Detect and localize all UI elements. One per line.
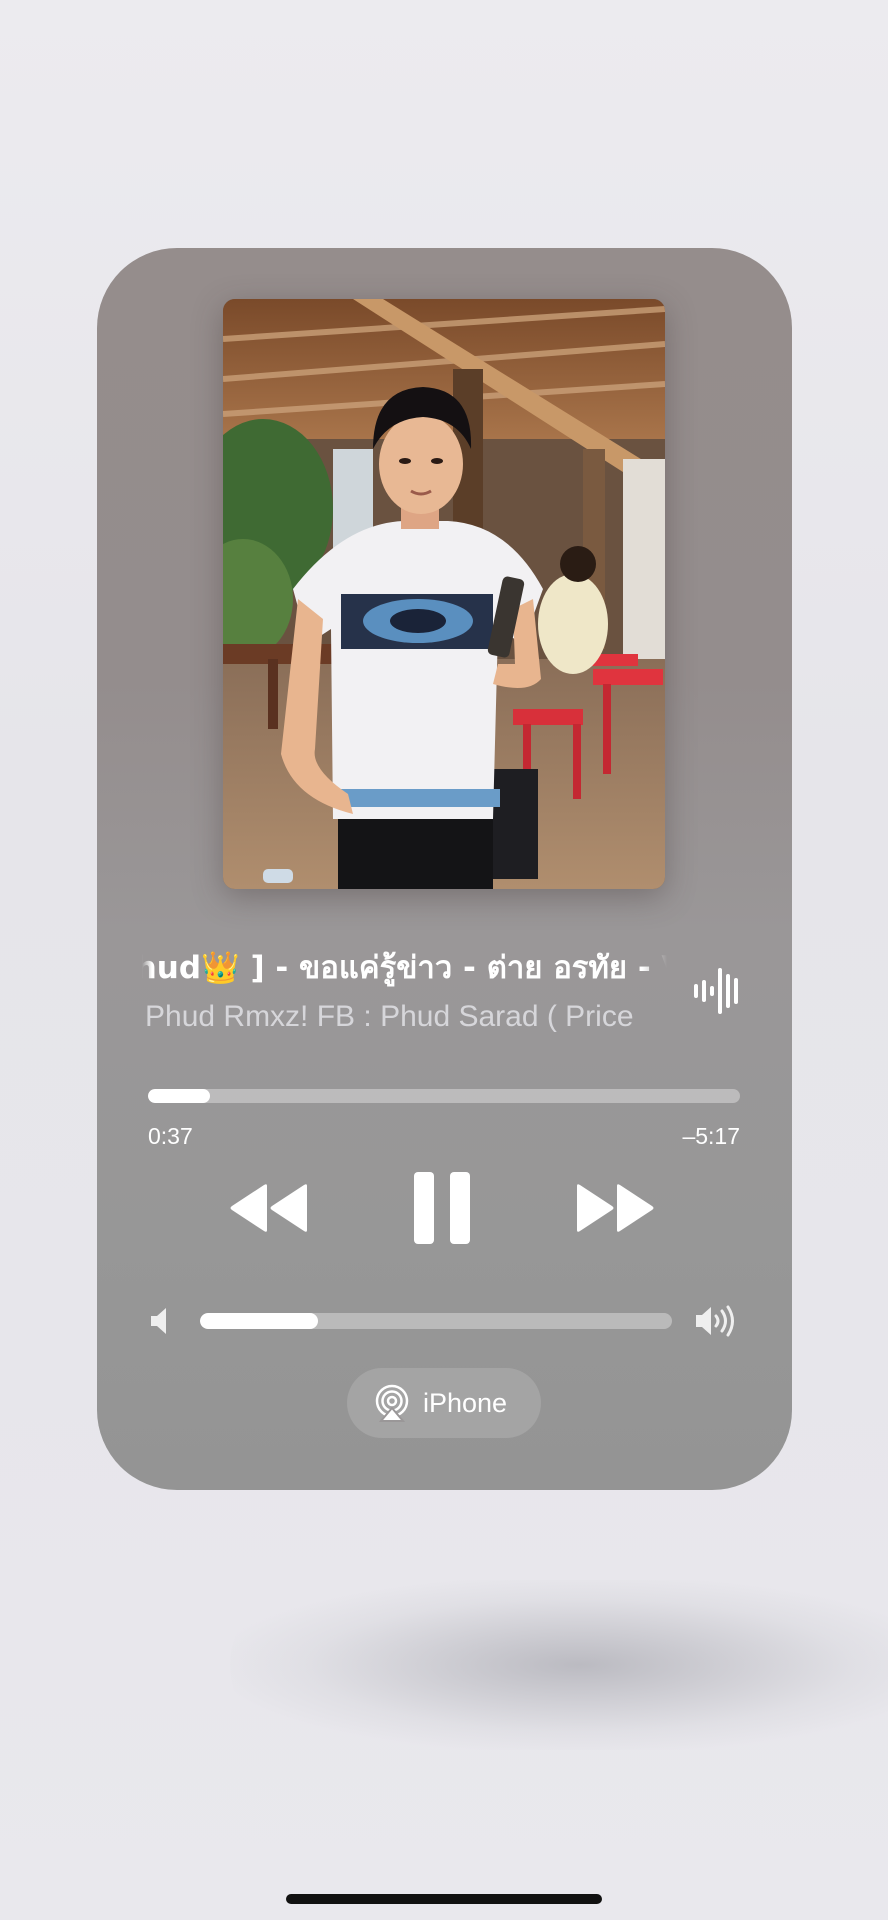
album-artwork[interactable] xyxy=(223,299,665,889)
home-indicator[interactable] xyxy=(286,1894,602,1904)
speaker-high-icon xyxy=(696,1305,734,1337)
waveform-icon[interactable] xyxy=(693,966,739,1016)
song-title: Phud👑 ] - ขอแค่รู้ข่าว - ต่าย อรทัย - V xyxy=(142,950,667,986)
now-playing-card: Phud👑 ] - ขอแค่รู้ข่าว - ต่าย อรทัย - V … xyxy=(97,248,792,1490)
rewind-button[interactable] xyxy=(229,1178,309,1238)
pause-icon xyxy=(414,1172,470,1244)
background-blur xyxy=(230,1580,888,1750)
speaker-low-icon xyxy=(151,1308,166,1334)
volume-slider[interactable] xyxy=(200,1313,672,1329)
playback-scrubber[interactable] xyxy=(148,1089,740,1103)
elapsed-time: 0:37 xyxy=(148,1123,193,1149)
airplay-icon xyxy=(375,1384,409,1422)
volume-level-fill xyxy=(200,1313,318,1329)
artwork-photo xyxy=(223,299,665,889)
backward-icon xyxy=(230,1184,307,1232)
forward-icon xyxy=(577,1184,654,1232)
airplay-output-button[interactable]: iPhone xyxy=(347,1368,541,1438)
playback-progress-fill xyxy=(148,1089,211,1103)
remaining-time: –5:17 xyxy=(682,1123,740,1149)
artist-marquee[interactable]: Phud Rmxz! FB : Phud Sarad ( Price xyxy=(142,998,667,1042)
output-device-label: iPhone xyxy=(423,1387,508,1418)
pause-button[interactable] xyxy=(412,1170,472,1246)
lock-screen: Phud👑 ] - ขอแค่รู้ข่าว - ต่าย อรทัย - V … xyxy=(0,0,888,1920)
forward-button[interactable] xyxy=(575,1178,655,1238)
artist-name: Phud Rmxz! FB : Phud Sarad ( Price xyxy=(145,1000,634,1033)
song-title-marquee[interactable]: Phud👑 ] - ขอแค่รู้ข่าว - ต่าย อรทัย - V xyxy=(142,938,667,994)
